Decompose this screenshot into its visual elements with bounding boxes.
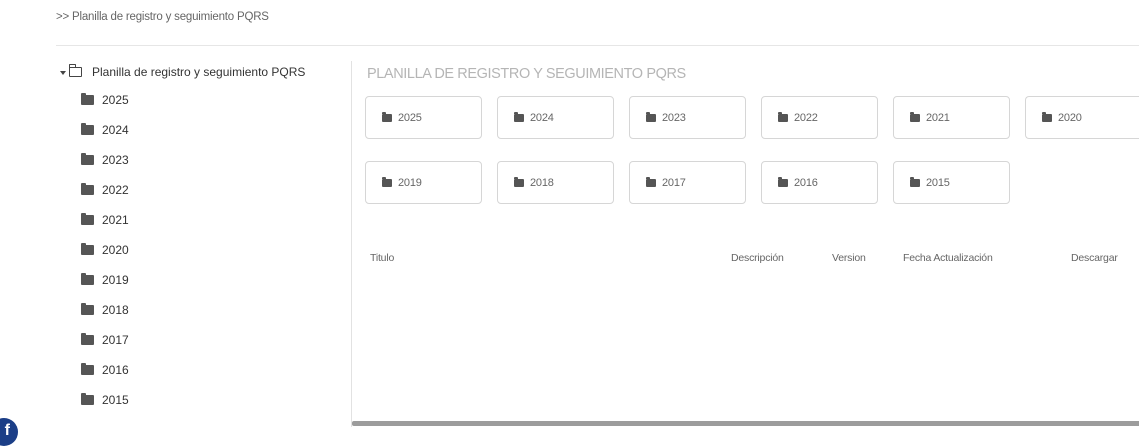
folder-button-label: 2015 <box>926 176 950 189</box>
folder-icon <box>81 333 94 345</box>
folder-button-2022[interactable]: 2022 <box>761 96 878 139</box>
table-header-descripcion: Descripción <box>731 252 784 264</box>
tree-item-2023[interactable]: 2023 <box>60 145 350 175</box>
tree-item-label: 2018 <box>102 303 129 317</box>
content-divider <box>351 61 352 427</box>
tree-item-label: 2024 <box>102 123 129 137</box>
folder-icon <box>81 273 94 285</box>
table-header-titulo: Titulo <box>370 252 395 264</box>
folder-button-label: 2025 <box>398 111 422 124</box>
folder-button-label: 2016 <box>794 176 818 189</box>
folder-button-label: 2022 <box>794 111 818 124</box>
tree-item-label: 2016 <box>102 363 129 377</box>
folder-icon <box>81 93 94 105</box>
tree-item-2015[interactable]: 2015 <box>60 385 350 415</box>
folder-icon <box>81 183 94 195</box>
tree-item-2016[interactable]: 2016 <box>60 355 350 385</box>
tree-item-2022[interactable]: 2022 <box>60 175 350 205</box>
folder-icon <box>81 303 94 315</box>
folder-icon <box>382 111 392 122</box>
folder-icon <box>81 393 94 405</box>
table-header-fecha: Fecha Actualización <box>903 252 993 264</box>
tree-item-label: 2015 <box>102 393 129 407</box>
folder-button-2021[interactable]: 2021 <box>893 96 1010 139</box>
folder-icon <box>778 176 788 187</box>
folder-icon <box>1042 111 1052 122</box>
folder-icon <box>646 176 656 187</box>
folder-button-2020[interactable]: 2020 <box>1025 96 1139 139</box>
folder-button-2024[interactable]: 2024 <box>497 96 614 139</box>
folder-tree: Planilla de registro y seguimiento PQRS … <box>60 62 350 415</box>
folder-icon <box>514 176 524 187</box>
table-header-descargar: Descargar <box>1071 252 1118 264</box>
tree-item-2021[interactable]: 2021 <box>60 205 350 235</box>
table-header-version: Version <box>832 252 866 264</box>
folder-button-label: 2019 <box>398 176 422 189</box>
folder-icon <box>514 111 524 122</box>
folder-button-2023[interactable]: 2023 <box>629 96 746 139</box>
folder-button-label: 2018 <box>530 176 554 189</box>
tree-item-label: 2025 <box>102 93 129 107</box>
folder-button-label: 2017 <box>662 176 686 189</box>
folder-button-label: 2021 <box>926 111 950 124</box>
tree-item-label: 2023 <box>102 153 129 167</box>
folder-button-label: 2020 <box>1058 111 1082 124</box>
folder-button-label: 2023 <box>662 111 686 124</box>
folder-button-2019[interactable]: 2019 <box>365 161 482 204</box>
tree-item-label: 2019 <box>102 273 129 287</box>
folder-icon <box>81 243 94 255</box>
tree-item-2017[interactable]: 2017 <box>60 325 350 355</box>
folder-icon <box>646 111 656 122</box>
content-title: PLANILLA DE REGISTRO Y SEGUIMIENTO PQRS <box>367 66 686 82</box>
folder-icon <box>81 363 94 375</box>
folder-icon <box>778 111 788 122</box>
folder-button-2018[interactable]: 2018 <box>497 161 614 204</box>
folder-button-2016[interactable]: 2016 <box>761 161 878 204</box>
folder-button-2017[interactable]: 2017 <box>629 161 746 204</box>
tree-item-label: 2017 <box>102 333 129 347</box>
tree-item-label: 2021 <box>102 213 129 227</box>
folder-open-icon <box>68 64 82 77</box>
folder-button-label: 2024 <box>530 111 554 124</box>
tree-item-label: 2022 <box>102 183 129 197</box>
facebook-glyph: f <box>4 422 10 439</box>
folder-icon <box>81 123 94 135</box>
folder-button-2025[interactable]: 2025 <box>365 96 482 139</box>
tree-root-label: Planilla de registro y seguimiento PQRS <box>92 65 306 79</box>
folder-icon <box>382 176 392 187</box>
tree-root[interactable]: Planilla de registro y seguimiento PQRS <box>60 62 350 82</box>
tree-item-2020[interactable]: 2020 <box>60 235 350 265</box>
tree-item-2025[interactable]: 2025 <box>60 85 350 115</box>
facebook-icon[interactable]: f <box>0 418 18 446</box>
tree-item-label: 2020 <box>102 243 129 257</box>
folder-icon <box>81 213 94 225</box>
header-divider <box>56 45 1139 46</box>
folder-icon <box>910 111 920 122</box>
breadcrumb: >> Planilla de registro y seguimiento PQ… <box>56 11 269 23</box>
tree-item-2024[interactable]: 2024 <box>60 115 350 145</box>
folder-icon <box>910 176 920 187</box>
folder-icon <box>81 153 94 165</box>
tree-items: 2025 2024 2023 2022 2021 2020 2019 2018 … <box>60 85 350 415</box>
caret-down-icon[interactable] <box>60 70 66 75</box>
tree-item-2019[interactable]: 2019 <box>60 265 350 295</box>
tree-item-2018[interactable]: 2018 <box>60 295 350 325</box>
horizontal-scrollbar[interactable] <box>352 421 1139 426</box>
folder-button-2015[interactable]: 2015 <box>893 161 1010 204</box>
